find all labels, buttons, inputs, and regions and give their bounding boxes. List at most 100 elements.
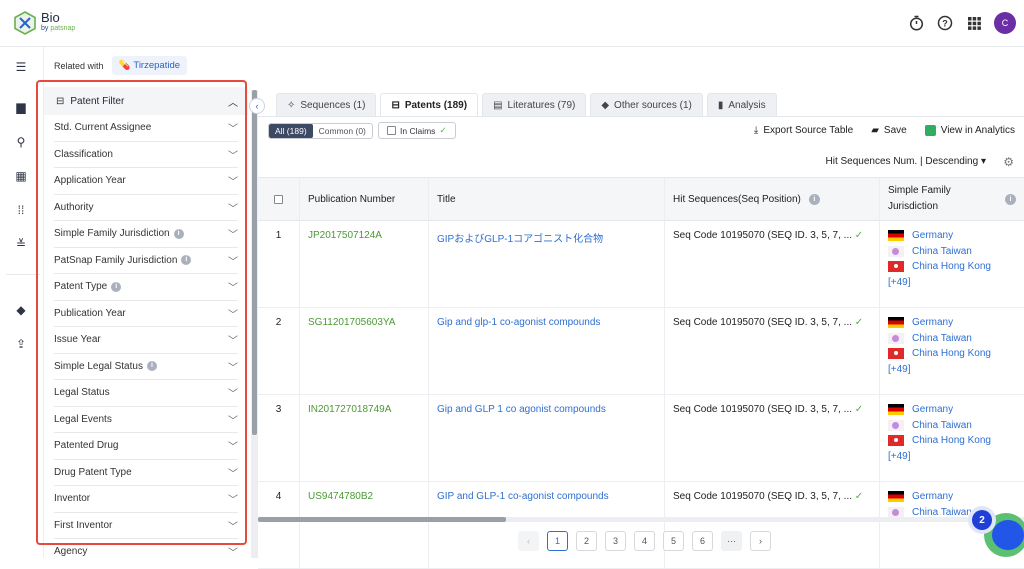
filter-item[interactable]: First Inventor ﹀ [54,513,238,539]
database-icon[interactable]: ◆ [12,302,30,318]
title-link[interactable]: Gip and glp-1 co-agonist compounds [437,317,600,328]
structure-search-icon[interactable]: ▦ [12,168,30,184]
filter-item[interactable]: Legal Events ﹀ [54,407,238,433]
tab-other[interactable]: ◆ Other sources (1) [590,93,703,116]
help-icon[interactable]: ? [936,14,954,32]
page-button[interactable]: 2 [576,531,597,551]
filter-item[interactable]: Publication Year ﹀ [54,301,238,327]
hit-sequence[interactable]: Seq Code 10195070 (SEQ ID. 3, 5, 7, ... [673,491,852,502]
title-link[interactable]: Gip and GLP 1 co agonist compounds [437,404,606,415]
filter-item[interactable]: Application Year ﹀ [54,168,238,195]
filter-item[interactable]: Authority ﹀ [54,195,238,221]
page-button[interactable]: 1 [547,531,568,551]
tab-sequences[interactable]: ✧ Sequences (1) [276,93,377,116]
page-button[interactable]: 5 [663,531,684,551]
save-button[interactable]: ▰ Save [871,125,907,136]
user-avatar[interactable]: C [994,12,1016,34]
seg-all[interactable]: All (189) [269,124,313,138]
patent-filter-header[interactable]: ⊟ Patent Filter ︿ [44,87,248,115]
search-icon[interactable]: ⚲ [12,134,30,150]
gear-icon[interactable]: ⚙ [1003,155,1014,169]
info-icon[interactable]: i [146,361,157,372]
related-drug-chip[interactable]: 💊 Tirzepatide [111,56,188,75]
filter-item[interactable]: Agency ﹀ [54,539,238,558]
chevron-down-icon[interactable]: ﹀ [228,120,238,135]
filter-item[interactable]: Std. Current Assignee ﹀ [54,115,238,142]
upload-icon[interactable]: ⇪ [12,336,30,352]
scrollbar-thumb[interactable] [252,90,257,435]
col-title[interactable]: Title [429,178,665,220]
chevron-down-icon[interactable]: ﹀ [228,518,238,533]
publication-number-link[interactable]: SG11201705603YA [308,317,395,328]
chevron-down-icon[interactable]: ﹀ [228,412,238,427]
notebook-icon[interactable]: ▆ [12,99,30,115]
chevron-down-icon[interactable]: ﹀ [228,385,238,400]
chevron-down-icon[interactable]: ﹀ [228,200,238,215]
publication-number-link[interactable]: US9474780B2 [308,491,373,502]
filter-item[interactable]: Simple Family Jurisdiction i ﹀ [54,221,238,248]
chevron-down-icon[interactable]: ﹀ [228,253,238,268]
chevron-up-icon[interactable]: ︿ [228,94,238,109]
filter-item[interactable]: Simple Legal Status i ﹀ [54,354,238,380]
more-jurisdictions-link[interactable]: [+49] [888,447,1016,467]
publication-number-link[interactable]: JP2017507124A [308,230,382,241]
view-analytics-button[interactable]: View in Analytics [924,125,1015,136]
export-button[interactable]: ⤓ Export Source Table [754,125,853,136]
scrollbar-thumb[interactable] [258,517,506,522]
info-icon[interactable]: i [111,281,122,292]
page-button[interactable]: 3 [605,531,626,551]
chevron-down-icon[interactable]: ﹀ [228,465,238,480]
prev-page-button[interactable]: ‹ [518,531,539,551]
sort-dropdown[interactable]: Hit Sequences Num. | Descending ▾ [826,156,987,167]
timer-icon[interactable] [907,14,925,32]
hit-sequence[interactable]: Seq Code 10195070 (SEQ ID. 3, 5, 7, ... [673,404,852,415]
filter-item[interactable]: Legal Status ﹀ [54,380,238,407]
more-jurisdictions-link[interactable]: [+49] [888,360,1016,380]
tab-patents[interactable]: ⊟ Patents (189) [380,93,479,117]
more-jurisdictions-link[interactable]: [+49] [888,273,1016,293]
info-icon[interactable]: i [173,228,184,239]
more-pages-button[interactable]: ··· [721,531,742,551]
chevron-down-icon[interactable]: ﹀ [228,332,238,347]
chevron-down-icon[interactable]: ﹀ [228,438,238,453]
chevron-down-icon[interactable]: ﹀ [228,306,238,321]
publication-number-link[interactable]: IN201727018749A [308,404,391,415]
page-button[interactable]: 4 [634,531,655,551]
chevron-down-icon[interactable]: ﹀ [228,173,238,188]
chevron-down-icon[interactable]: ﹀ [228,147,238,162]
seg-common[interactable]: Common (0) [313,124,372,138]
workspace-icon[interactable]: ≚ [12,236,30,252]
filter-item[interactable]: Issue Year ﹀ [54,327,238,354]
tab-literatures[interactable]: ▤ Literatures (79) [482,93,587,116]
filter-item[interactable]: Classification ﹀ [54,142,238,168]
chevron-down-icon[interactable]: ﹀ [228,226,238,241]
hit-sequence[interactable]: Seq Code 10195070 (SEQ ID. 3, 5, 7, ... [673,317,852,328]
select-all-checkbox[interactable] [274,194,283,204]
col-publication-number[interactable]: Publication Number [300,178,429,220]
filter-item[interactable]: Inventor ﹀ [54,486,238,513]
chevron-down-icon[interactable]: ﹀ [228,544,238,558]
apps-grid-icon[interactable] [965,14,983,32]
in-claims-checkbox[interactable] [387,126,396,135]
info-icon[interactable]: i [181,255,192,266]
info-icon[interactable]: i [1005,193,1016,205]
tab-analysis[interactable]: ▮ Analysis [706,93,777,116]
title-link[interactable]: GIP and GLP-1 co-agonist compounds [437,491,609,502]
filter-scrollbar[interactable] [251,90,258,558]
chevron-down-icon[interactable]: ﹀ [228,491,238,506]
filter-item[interactable]: Drug Patent Type ﹀ [54,460,238,486]
expand-menu-icon[interactable]: ☰ [12,59,30,75]
app-logo[interactable]: Bio by patsnap [14,11,75,35]
in-claims-toggle[interactable]: In Claims ✓ [378,122,456,139]
filter-item[interactable]: Patent Type i ﹀ [54,274,238,301]
next-page-button[interactable]: › [750,531,771,551]
title-link[interactable]: GIPおよびGLP-1コアゴニスト化合物 [437,234,603,245]
chevron-down-icon[interactable]: ﹀ [228,279,238,294]
page-button[interactable]: 6 [692,531,713,551]
info-icon[interactable]: i [808,193,820,205]
sequence-grid-icon[interactable]: ⁞⁞ [12,202,30,218]
hit-sequence[interactable]: Seq Code 10195070 (SEQ ID. 3, 5, 7, ... [673,230,852,241]
filter-item[interactable]: PatSnap Family Jurisdiction i ﹀ [54,248,238,274]
chevron-down-icon[interactable]: ﹀ [228,359,238,374]
filter-item[interactable]: Patented Drug ﹀ [54,433,238,460]
